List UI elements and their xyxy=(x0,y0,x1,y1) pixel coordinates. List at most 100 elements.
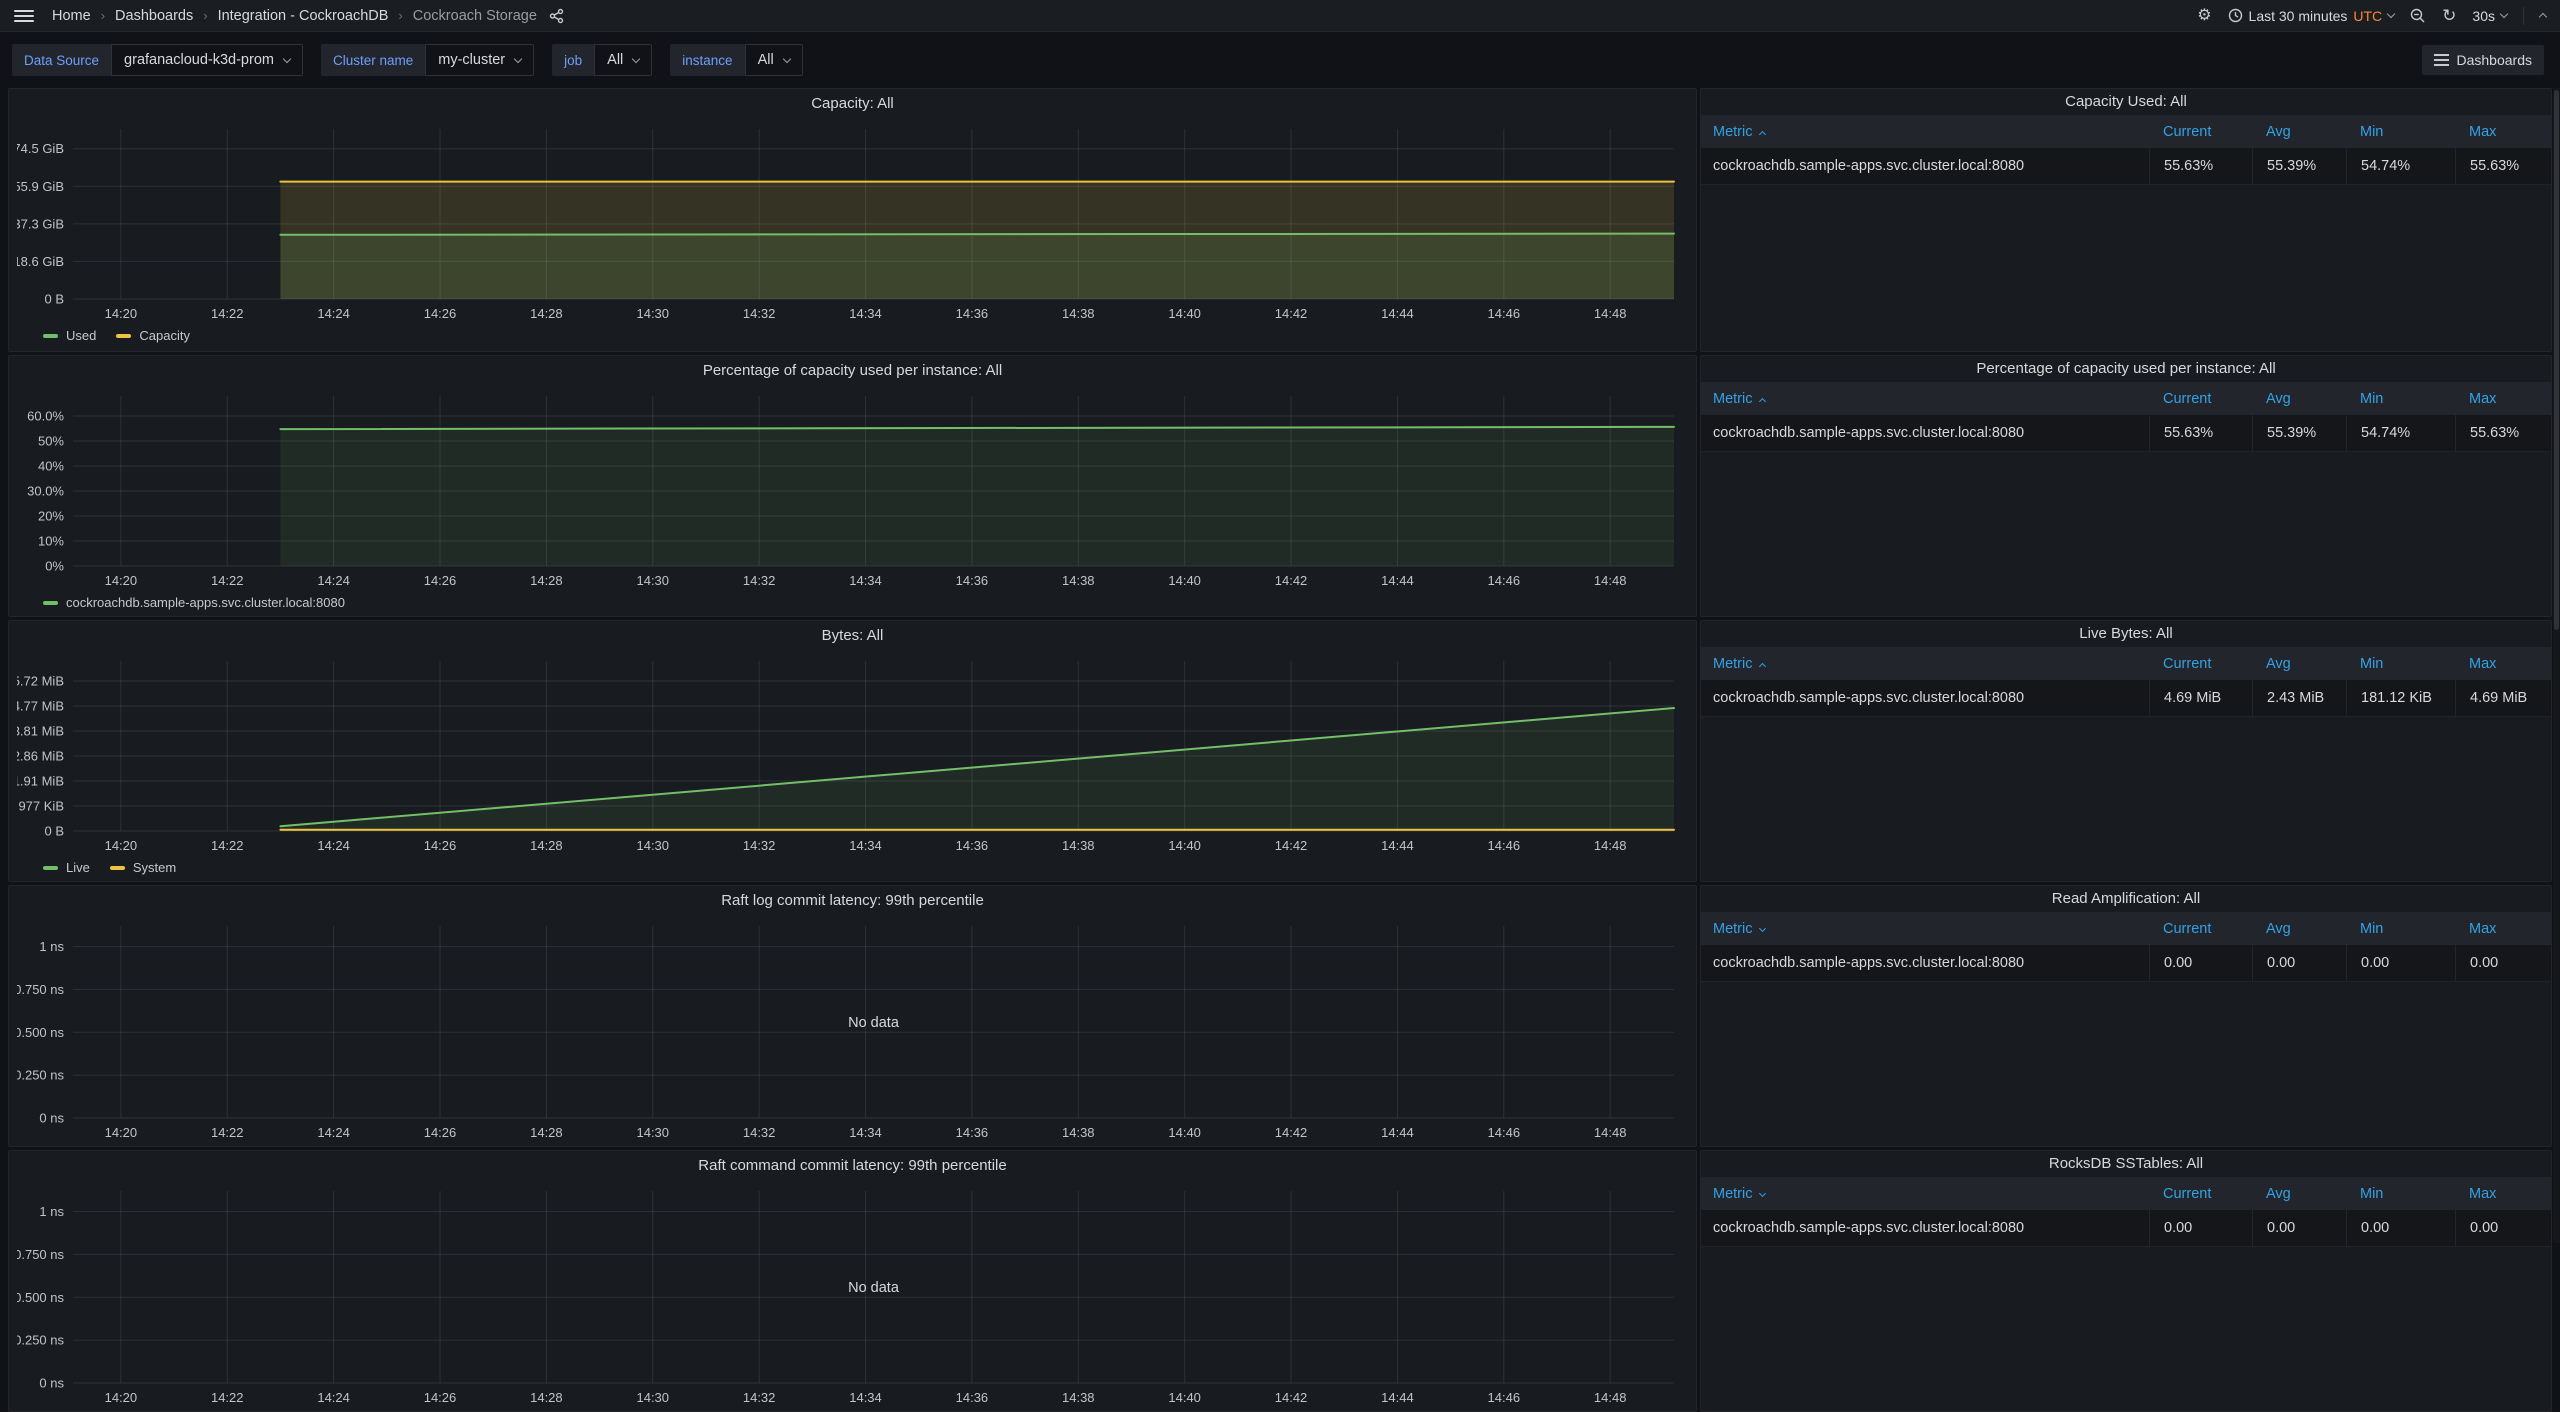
svg-text:14:26: 14:26 xyxy=(424,573,457,588)
column-header-metric[interactable]: Metric xyxy=(1701,383,2149,415)
breadcrumb-dashboards[interactable]: Dashboards xyxy=(115,8,193,24)
value-cell: 0.00 xyxy=(2252,945,2346,981)
scrollbar-thumb[interactable] xyxy=(2554,90,2559,630)
legend-item[interactable]: System xyxy=(110,860,176,875)
column-header-avg[interactable]: Avg xyxy=(2252,648,2346,680)
instance-select[interactable]: All xyxy=(745,44,803,76)
svg-text:55.9 GiB: 55.9 GiB xyxy=(17,179,64,194)
panel-title[interactable]: Raft log commit latency: 99th percentile xyxy=(17,888,1688,914)
column-header-max[interactable]: Max xyxy=(2455,383,2551,415)
column-header-min[interactable]: Min xyxy=(2346,648,2455,680)
time-series-chart[interactable]: 0%10%20%30.0%40%50%60.0%14:2014:2214:241… xyxy=(17,384,1688,592)
svg-text:14:22: 14:22 xyxy=(211,573,244,588)
refresh-button[interactable]: ↻ xyxy=(2442,7,2456,24)
page-scrollbar[interactable] xyxy=(2553,88,2560,1243)
cluster-name-select[interactable]: my-cluster xyxy=(425,44,534,76)
column-header-metric[interactable]: Metric xyxy=(1701,116,2149,148)
svg-text:14:22: 14:22 xyxy=(211,306,244,321)
value-cell: 4.69 MiB xyxy=(2149,680,2252,716)
table-header-row: MetricCurrentAvgMinMax xyxy=(1701,1177,2551,1210)
time-series-chart[interactable]: 0 ns0.250 ns0.500 ns0.750 ns1 ns14:2014:… xyxy=(17,1179,1688,1409)
svg-text:14:28: 14:28 xyxy=(530,573,563,588)
column-header-avg[interactable]: Avg xyxy=(2252,116,2346,148)
svg-text:14:34: 14:34 xyxy=(849,838,882,853)
breadcrumb-folder[interactable]: Integration - CockroachDB xyxy=(218,8,389,24)
refresh-interval-dropdown[interactable]: 30s xyxy=(2472,8,2507,24)
svg-text:14:48: 14:48 xyxy=(1594,1390,1627,1405)
dashboards-list-button[interactable]: Dashboards xyxy=(2422,45,2545,75)
column-header-max[interactable]: Max xyxy=(2455,1178,2551,1210)
column-header-avg[interactable]: Avg xyxy=(2252,1178,2346,1210)
column-header-max[interactable]: Max xyxy=(2455,116,2551,148)
svg-text:14:30: 14:30 xyxy=(636,573,669,588)
svg-text:14:34: 14:34 xyxy=(849,573,882,588)
job-select[interactable]: All xyxy=(594,44,652,76)
svg-text:14:32: 14:32 xyxy=(743,1125,776,1140)
data-source-select[interactable]: grafanacloud-k3d-prom xyxy=(111,44,303,76)
svg-text:0.500 ns: 0.500 ns xyxy=(17,1290,64,1305)
column-header-max[interactable]: Max xyxy=(2455,913,2551,945)
svg-text:50%: 50% xyxy=(38,434,64,449)
metric-cell: cockroachdb.sample-apps.svc.cluster.loca… xyxy=(1701,680,2149,716)
legend-item[interactable]: Live xyxy=(43,860,90,875)
svg-text:10%: 10% xyxy=(38,534,64,549)
column-header-metric[interactable]: Metric xyxy=(1701,648,2149,680)
column-header-current[interactable]: Current xyxy=(2149,1178,2252,1210)
svg-text:14:46: 14:46 xyxy=(1488,573,1521,588)
graph-panel-bytes-all: Bytes: All0 B977 KiB1.91 MiB2.86 MiB3.81… xyxy=(8,620,1697,882)
time-series-chart[interactable]: 0 ns0.250 ns0.500 ns0.750 ns1 ns14:2014:… xyxy=(17,914,1688,1144)
column-header-current[interactable]: Current xyxy=(2149,913,2252,945)
time-series-chart[interactable]: 0 B977 KiB1.91 MiB2.86 MiB3.81 MiB4.77 M… xyxy=(17,649,1688,857)
panel-title[interactable]: Live Bytes: All xyxy=(1701,621,2551,647)
refresh-interval-label: 30s xyxy=(2472,8,2495,24)
panel-title[interactable]: Read Amplification: All xyxy=(1701,886,2551,912)
collapse-top-bar-button[interactable] xyxy=(2540,11,2546,20)
menu-toggle-button[interactable] xyxy=(14,10,34,22)
panel-title[interactable]: RocksDB SSTables: All xyxy=(1701,1151,2551,1177)
refresh-icon: ↻ xyxy=(2442,7,2456,24)
column-header-min[interactable]: Min xyxy=(2346,913,2455,945)
instance-label: instance xyxy=(670,44,744,76)
column-header-current[interactable]: Current xyxy=(2149,116,2252,148)
column-header-avg[interactable]: Avg xyxy=(2252,383,2346,415)
column-header-metric[interactable]: Metric xyxy=(1701,1178,2149,1210)
legend-item[interactable]: Capacity xyxy=(116,328,190,343)
legend-item[interactable]: cockroachdb.sample-apps.svc.cluster.loca… xyxy=(43,595,345,610)
dashboard-settings-button[interactable]: ⚙ xyxy=(2197,8,2211,24)
table-row: cockroachdb.sample-apps.svc.cluster.loca… xyxy=(1701,415,2551,452)
share-button[interactable] xyxy=(549,8,565,24)
panel-title[interactable]: Capacity: All xyxy=(17,91,1688,117)
time-range-picker[interactable]: Last 30 minutes UTC xyxy=(2228,8,2395,24)
breadcrumb-separator: › xyxy=(398,8,402,23)
svg-text:0 ns: 0 ns xyxy=(39,1111,64,1126)
column-header-current[interactable]: Current xyxy=(2149,648,2252,680)
panel-title[interactable]: Bytes: All xyxy=(17,623,1688,649)
panel-title[interactable]: Percentage of capacity used per instance… xyxy=(1701,356,2551,382)
svg-text:14:28: 14:28 xyxy=(530,838,563,853)
svg-text:14:42: 14:42 xyxy=(1275,1125,1308,1140)
svg-text:30.0%: 30.0% xyxy=(27,484,64,499)
svg-text:14:48: 14:48 xyxy=(1594,306,1627,321)
column-header-max[interactable]: Max xyxy=(2455,648,2551,680)
svg-text:14:40: 14:40 xyxy=(1168,1125,1201,1140)
column-header-current[interactable]: Current xyxy=(2149,383,2252,415)
column-header-min[interactable]: Min xyxy=(2346,116,2455,148)
value-cell: 0.00 xyxy=(2455,945,2551,981)
breadcrumb-home[interactable]: Home xyxy=(52,8,91,24)
legend-item[interactable]: Used xyxy=(43,328,96,343)
column-header-avg[interactable]: Avg xyxy=(2252,913,2346,945)
zoom-out-time-button[interactable] xyxy=(2410,8,2426,24)
sort-asc-icon xyxy=(1759,662,1766,669)
time-series-chart[interactable]: 0 B18.6 GiB37.3 GiB55.9 GiB74.5 GiB14:20… xyxy=(17,117,1688,325)
svg-text:14:24: 14:24 xyxy=(317,306,350,321)
list-icon xyxy=(2434,54,2449,65)
table-panel-percentage-of-capacity-used-per-instance-all: Percentage of capacity used per instance… xyxy=(1700,355,2552,617)
panel-title[interactable]: Raft command commit latency: 99th percen… xyxy=(17,1153,1688,1179)
column-header-metric[interactable]: Metric xyxy=(1701,913,2149,945)
svg-text:14:34: 14:34 xyxy=(849,1390,882,1405)
svg-text:40%: 40% xyxy=(38,459,64,474)
panel-title[interactable]: Percentage of capacity used per instance… xyxy=(17,358,1688,384)
column-header-min[interactable]: Min xyxy=(2346,383,2455,415)
column-header-min[interactable]: Min xyxy=(2346,1178,2455,1210)
panel-title[interactable]: Capacity Used: All xyxy=(1701,89,2551,115)
